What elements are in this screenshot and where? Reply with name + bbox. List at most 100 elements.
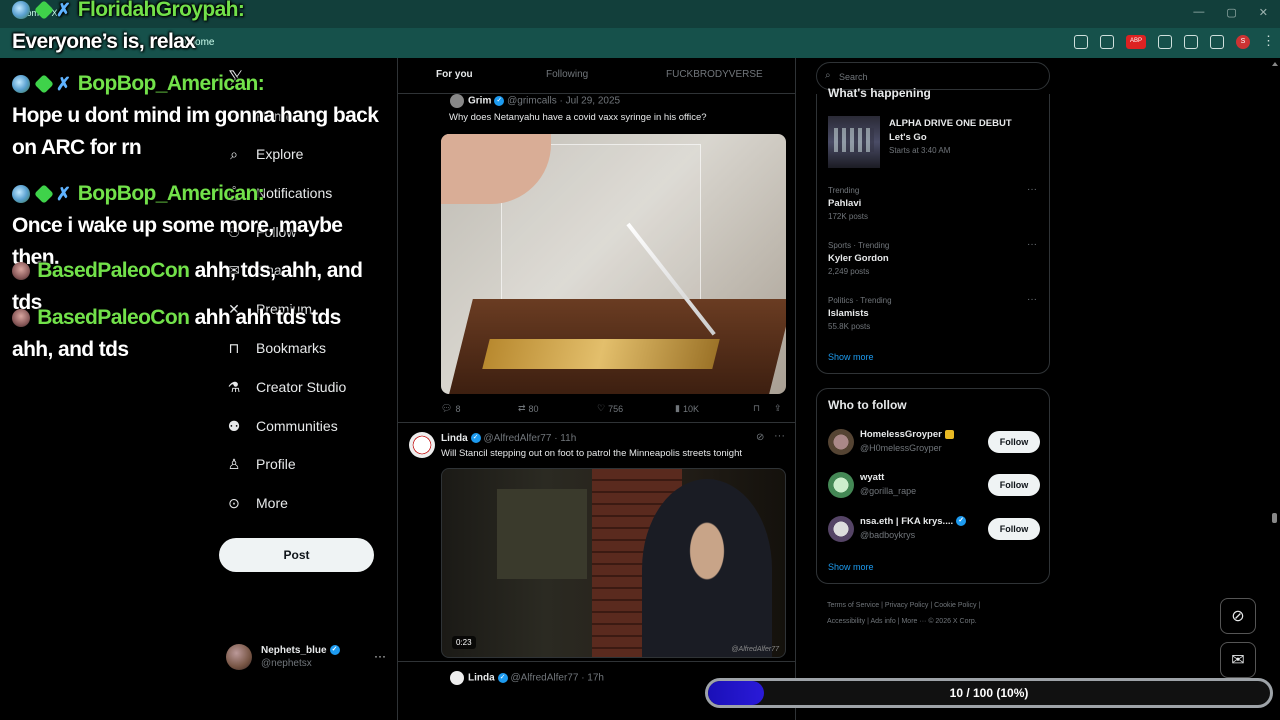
nav-more[interactable]: ⊙ More <box>226 495 288 512</box>
trend-more-icon[interactable]: ··· <box>1027 184 1037 195</box>
avatar[interactable] <box>450 671 464 685</box>
bookmark-icon: ⊓ <box>753 403 761 413</box>
nav-explore[interactable]: ⌕ Explore <box>226 146 303 163</box>
tweet-time[interactable]: · 11h <box>554 433 576 444</box>
profile-avatar-icon[interactable]: S <box>1236 35 1250 49</box>
post-button[interactable]: Post <box>219 538 374 572</box>
extensions-puzzle-icon[interactable] <box>1158 35 1172 49</box>
address-bar[interactable]: x.com/home ABP S ⋮ <box>0 28 1280 58</box>
scroll-up-icon[interactable] <box>1272 62 1278 66</box>
star-icon[interactable] <box>1100 35 1114 49</box>
footer-ads-link[interactable]: Ads info <box>870 618 895 625</box>
avatar[interactable] <box>450 94 464 108</box>
trend-item[interactable]: Trending Pahlavi 172K posts ··· <box>828 184 1043 221</box>
tweet-author-handle[interactable]: @AlfredAlfer77 <box>483 433 551 444</box>
messages-button[interactable]: ✉ <box>1220 642 1256 678</box>
grok-button[interactable]: ⊘ <box>1220 598 1256 634</box>
page-scrollbar[interactable] <box>1270 58 1280 720</box>
footer-privacy-link[interactable]: Privacy Policy <box>885 602 929 609</box>
tweet-video[interactable]: 0:23 @AlfredAlfer77 <box>441 468 786 658</box>
account-switcher[interactable]: Nephets_blue ✓ @nephetsx ··· <box>226 644 386 672</box>
tweet-time[interactable]: · Jul 29, 2025 <box>560 96 621 107</box>
like-button[interactable]: ♡ 756 <box>597 403 623 414</box>
tweet-author-handle[interactable]: @grimcalls <box>507 96 557 107</box>
footer-cookie-link[interactable]: Cookie Policy <box>934 602 976 609</box>
grok-icon[interactable]: ⊘ <box>756 432 764 443</box>
trend-more-icon[interactable]: ··· <box>1027 294 1037 305</box>
repost-button[interactable]: ⇄ 80 <box>518 403 539 414</box>
tweet-more-icon[interactable]: ··· <box>774 430 785 442</box>
share-icon: ⇪ <box>774 403 782 413</box>
tab-for-you[interactable]: For you <box>436 69 473 80</box>
window-image <box>497 489 587 579</box>
show-more-link[interactable]: Show more <box>828 352 874 362</box>
nav-profile[interactable]: ♙ Profile <box>226 455 296 473</box>
tweet-author-name[interactable]: Linda <box>468 673 495 684</box>
footer-accessibility-link[interactable]: Accessibility <box>827 618 865 625</box>
avatar[interactable] <box>409 432 435 458</box>
tab-following[interactable]: Following <box>546 69 588 80</box>
tweet-time[interactable]: · 17h <box>581 673 604 684</box>
people-icon: ⚉ <box>227 417 241 434</box>
nav-home[interactable]: ⌂ Home <box>226 108 294 124</box>
views-button[interactable]: ▮ 10K <box>675 403 699 414</box>
x-logo-icon[interactable]: 𝕏 <box>228 66 244 91</box>
person-icon: ♙ <box>227 455 241 472</box>
views-count: 10K <box>682 403 699 414</box>
promo-image[interactable] <box>828 116 880 168</box>
timeline: For you Following FUCKBRODYVERSE Grim ✓ @… <box>397 58 796 720</box>
close-window-button[interactable]: ✕ <box>1259 6 1268 19</box>
follow-suggestion[interactable]: wyatt @gorilla_rape Follow <box>828 470 1040 500</box>
split-view-icon[interactable] <box>1184 35 1198 49</box>
trend-item[interactable]: Politics · Trending Islamists 55.8K post… <box>828 294 1043 331</box>
share-button[interactable]: ⇪ <box>774 403 782 414</box>
footer-more-link[interactable]: More ··· <box>901 618 926 625</box>
nav-notifications-label: Notifications <box>256 185 333 201</box>
nav-bookmarks[interactable]: ⊓ Bookmarks <box>226 340 327 357</box>
nav-follow[interactable]: ⚇ Follow <box>226 224 297 241</box>
promo-title[interactable]: ALPHA DRIVE ONE DEBUT <box>889 118 1012 129</box>
account-more-icon[interactable]: ··· <box>374 649 386 663</box>
trend-item[interactable]: Sports · Trending Kyler Gordon 2,249 pos… <box>828 239 1043 276</box>
trend-name: Kyler Gordon <box>828 253 889 264</box>
verified-badge-icon: ✓ <box>497 673 508 683</box>
trend-more-icon[interactable]: ··· <box>1027 239 1037 250</box>
avatar <box>828 472 854 498</box>
follow-suggestion[interactable]: HomelessGroyper @H0melessGroyper Follow <box>828 427 1040 457</box>
install-app-icon[interactable] <box>1074 35 1088 49</box>
browser-tab-title[interactable]: Home / X <box>20 8 58 18</box>
media-control-icon[interactable] <box>1210 35 1224 49</box>
footer-links: Terms of Service | Privacy Policy | Cook… <box>827 602 981 625</box>
footer-terms-link[interactable]: Terms of Service <box>827 602 879 609</box>
nav-chat[interactable]: ✉ Chat <box>226 262 285 279</box>
video-duration: 0:23 <box>452 636 476 649</box>
tweet-author-handle[interactable]: @AlfredAlfer77 <box>510 673 578 684</box>
nav-creator-studio[interactable]: ⚗ Creator Studio <box>226 379 347 396</box>
tweet-image[interactable] <box>441 134 786 394</box>
follow-button[interactable]: Follow <box>988 474 1040 496</box>
maximize-button[interactable]: ▢ <box>1226 6 1236 19</box>
tweet-author-name[interactable]: Linda <box>441 433 468 444</box>
follow-suggestion[interactable]: nsa.eth | FKA krys.... ✓ @badboykrys Foll… <box>828 514 1040 544</box>
nav-premium[interactable]: ✕ Premium <box>226 301 312 318</box>
nav-communities[interactable]: ⚉ Communities <box>226 417 338 435</box>
nav-notifications[interactable]: 🔔︎ Notifications <box>225 185 333 202</box>
adblock-icon[interactable]: ABP <box>1126 35 1146 49</box>
reply-button[interactable]: 💬︎ 8 <box>441 403 460 414</box>
minimize-button[interactable]: — <box>1193 6 1204 19</box>
show-more-link[interactable]: Show more <box>828 562 874 572</box>
scrollbar-thumb[interactable] <box>1272 513 1277 523</box>
follow-button[interactable]: Follow <box>988 431 1040 453</box>
tweet-author-name[interactable]: Grim <box>468 96 491 107</box>
bookmark-button[interactable]: ⊓ <box>753 403 760 414</box>
suggestion-handle: @gorilla_rape <box>860 486 917 496</box>
tab-fuckbrodyverse[interactable]: FUCKBRODYVERSE <box>666 69 763 80</box>
officer-figure-image <box>642 479 772 657</box>
trend-count: 2,249 posts <box>828 267 870 276</box>
follow-button[interactable]: Follow <box>988 518 1040 540</box>
avatar <box>226 644 252 670</box>
browser-menu-icon[interactable]: ⋮ <box>1262 34 1275 49</box>
right-sidebar: ⌕ Search What's happening ALPHA DRIVE ON… <box>816 58 1052 720</box>
tweet-text: Why does Netanyahu have a covid vaxx syr… <box>449 112 707 123</box>
address-text[interactable]: x.com/home <box>160 37 214 48</box>
